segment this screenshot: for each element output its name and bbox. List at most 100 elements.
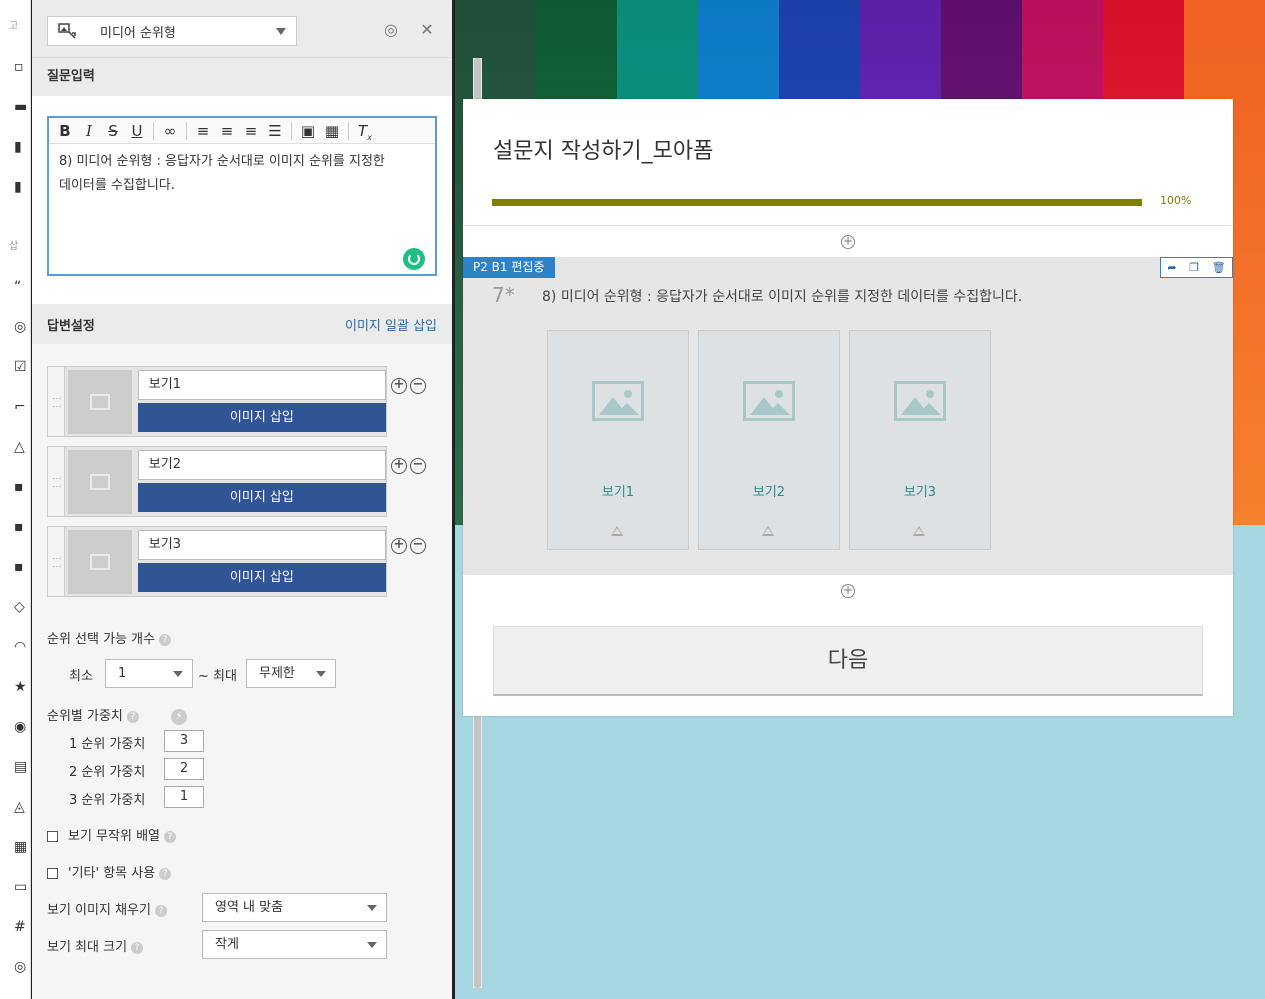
bold-icon[interactable]: B xyxy=(54,121,76,141)
image-fill-select[interactable]: 영역 내 맞춤 xyxy=(202,893,387,922)
strip-icon-19[interactable]: ▦ xyxy=(14,840,27,854)
rte-content[interactable]: 8) 미디어 순위형 : 응답자가 순서대로 이미지 순위를 지정한 데이터를 … xyxy=(49,144,435,204)
weight-2-input[interactable]: 2 xyxy=(164,758,204,780)
add-block-icon[interactable]: + xyxy=(841,584,855,598)
strip-icon-12[interactable]: ▪ xyxy=(14,560,24,574)
media-card[interactable]: 보기3 xyxy=(849,330,991,550)
image-placeholder-icon xyxy=(592,381,644,421)
random-order-row[interactable]: 보기 무작위 배열? xyxy=(47,825,176,844)
strip-icon-22[interactable]: ◎ xyxy=(14,960,26,974)
strip-icon-16[interactable]: ◉ xyxy=(14,720,26,734)
max-label: ~ 최대 xyxy=(198,669,237,684)
close-icon[interactable]: ✕ xyxy=(418,21,436,39)
image-fill-value: 영역 내 맞춤 xyxy=(215,900,284,915)
clear-format-icon[interactable]: Tx xyxy=(354,121,376,142)
strip-icon-1[interactable]: ▫ xyxy=(14,60,24,74)
choice-name-input[interactable]: 보기1 xyxy=(137,370,386,400)
strip-icon-11[interactable]: ▪ xyxy=(14,520,24,534)
strip-icon-20[interactable]: ▭ xyxy=(14,880,27,894)
choice-row: ⋮⋮ 보기2 이미지 삽입 + − xyxy=(47,446,426,517)
rank-triangle-icon xyxy=(913,526,925,536)
other-option-checkbox[interactable] xyxy=(47,868,58,879)
strip-icon-9[interactable]: △ xyxy=(14,440,25,454)
question-type-label: 미디어 순위형 xyxy=(100,25,176,41)
image-fill-row: 보기 이미지 채우기? xyxy=(47,899,167,918)
target-icon[interactable]: ◎ xyxy=(382,21,400,39)
media-card[interactable]: 보기1 xyxy=(547,330,689,550)
next-button[interactable]: 다음 xyxy=(493,626,1203,696)
image-icon[interactable]: ▣ xyxy=(297,121,319,141)
add-choice-icon[interactable]: + xyxy=(391,538,407,554)
add-choice-icon[interactable]: + xyxy=(391,458,407,474)
lightning-icon[interactable]: ⚡ xyxy=(171,708,188,725)
max-size-select[interactable]: 작게 xyxy=(202,930,387,959)
media-card[interactable]: 보기2 xyxy=(698,330,840,550)
strip-icon-14[interactable]: ◠ xyxy=(14,640,26,654)
help-icon[interactable]: ? xyxy=(154,904,167,917)
choice-row: ⋮⋮ 보기1 이미지 삽입 + − xyxy=(47,366,426,437)
image-insert-button[interactable]: 이미지 삽입 xyxy=(137,563,386,592)
weight-row: 순위별 가중치? ⚡ xyxy=(47,705,188,725)
strip-icon-2[interactable]: ▬ xyxy=(14,100,27,114)
card-label: 보기1 xyxy=(601,485,635,500)
help-icon[interactable]: ? xyxy=(131,941,144,954)
add-choice-icon[interactable]: + xyxy=(391,378,407,394)
choice-name-input[interactable]: 보기2 xyxy=(137,450,386,480)
strip-icon-13[interactable]: ◇ xyxy=(14,600,25,614)
other-option-row[interactable]: '기타' 항목 사용? xyxy=(47,862,172,881)
question-block[interactable]: P2 B1 편집중 ➦ ❐ 🗑 7* 8) 미디어 순위형 : 응답자가 순서대… xyxy=(463,257,1233,575)
question-type-select[interactable]: 미디어 순위형 xyxy=(47,16,297,46)
strip-icon-21[interactable]: # xyxy=(14,920,26,934)
remove-choice-icon[interactable]: − xyxy=(410,458,426,474)
align-right-icon[interactable]: ≡ xyxy=(240,121,262,141)
max-size-label: 보기 최대 크기 xyxy=(47,940,128,955)
image-insert-button[interactable]: 이미지 삽입 xyxy=(137,483,386,512)
strikethrough-icon[interactable]: S xyxy=(102,121,124,141)
weight-2-label: 2 순위 가중치 xyxy=(69,765,146,780)
weight-3-input[interactable]: 1 xyxy=(164,786,204,808)
max-select[interactable]: 무제한 xyxy=(246,659,336,688)
help-icon[interactable]: ? xyxy=(159,633,172,646)
help-icon[interactable]: ? xyxy=(159,867,172,880)
strip-icon-4[interactable]: ▮ xyxy=(14,180,22,194)
help-icon[interactable]: ? xyxy=(126,710,139,723)
strip-icon-6[interactable]: ◎ xyxy=(14,320,26,334)
grammar-check-icon[interactable] xyxy=(403,248,425,270)
trash-icon[interactable]: 🗑 xyxy=(1212,261,1226,274)
question-rich-text-editor[interactable]: B I S U ∞ ≡ ≡ ≡ ☰ ▣ ▦ Tx 8) 미디어 순위형 : 응답… xyxy=(47,116,437,276)
align-left-icon[interactable]: ≡ xyxy=(192,121,214,141)
choice-name-input[interactable]: 보기3 xyxy=(137,530,386,560)
align-justify-icon[interactable]: ☰ xyxy=(264,121,286,141)
add-block-icon[interactable]: + xyxy=(841,235,855,249)
strip-icon-15[interactable]: ★ xyxy=(14,680,27,694)
toolbar-separator xyxy=(153,121,154,140)
copy-icon[interactable]: ❐ xyxy=(1189,261,1199,274)
drag-handle-icon[interactable]: ⋮⋮ xyxy=(48,527,65,596)
rte-toolbar: B I S U ∞ ≡ ≡ ≡ ☰ ▣ ▦ Tx xyxy=(49,118,435,144)
move-icon[interactable]: ➦ xyxy=(1167,261,1176,274)
strip-icon-3[interactable]: ▮ xyxy=(14,140,22,154)
strip-icon-5[interactable]: “ xyxy=(14,280,21,294)
remove-choice-icon[interactable]: − xyxy=(410,378,426,394)
strip-icon-18[interactable]: ◬ xyxy=(14,800,25,814)
remove-choice-icon[interactable]: − xyxy=(410,538,426,554)
strip-icon-10[interactable]: ▪ xyxy=(14,480,24,494)
align-center-icon[interactable]: ≡ xyxy=(216,121,238,141)
help-icon[interactable]: ? xyxy=(164,830,176,843)
underline-icon[interactable]: U xyxy=(126,121,148,141)
drag-handle-icon[interactable]: ⋮⋮ xyxy=(48,447,65,516)
italic-icon[interactable]: I xyxy=(78,121,100,141)
strip-icon-17[interactable]: ▤ xyxy=(14,760,27,774)
strip-icon-7[interactable]: ☑ xyxy=(14,360,27,374)
answer-settings-body: ⋮⋮ 보기1 이미지 삽입 + − ⋮⋮ 보기2 이미지 삽입 + − ⋮⋮ 보… xyxy=(32,344,452,597)
chevron-down-icon xyxy=(276,28,286,35)
bulk-image-insert-link[interactable]: 이미지 일괄 삽입 xyxy=(345,315,437,334)
image-insert-button[interactable]: 이미지 삽입 xyxy=(137,403,386,432)
link-icon[interactable]: ∞ xyxy=(159,121,181,141)
drag-handle-icon[interactable]: ⋮⋮ xyxy=(48,367,65,436)
min-select[interactable]: 1 xyxy=(105,659,193,688)
strip-icon-8[interactable]: ⌐ xyxy=(14,400,26,414)
random-order-checkbox[interactable] xyxy=(47,831,58,842)
video-icon[interactable]: ▦ xyxy=(321,121,343,141)
weight-1-input[interactable]: 3 xyxy=(164,730,204,752)
